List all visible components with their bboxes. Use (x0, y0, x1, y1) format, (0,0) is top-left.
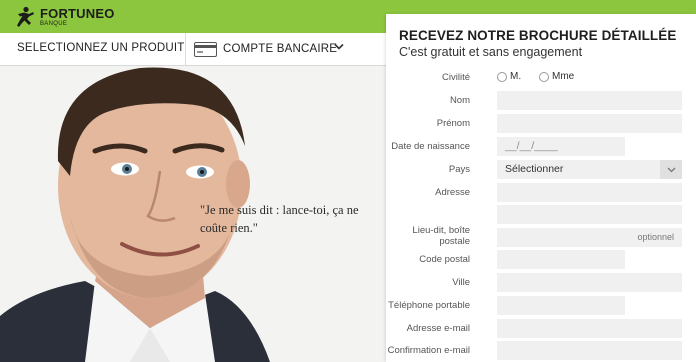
telephone-label: Téléphone portable (388, 300, 470, 311)
telephone-input[interactable] (497, 296, 625, 315)
product-dropdown[interactable]: COMPTE BANCAIRE (186, 33, 356, 65)
radio-madame[interactable] (539, 72, 549, 82)
hero-section: "Je me suis dit : lance-toi, ça ne coûte… (0, 66, 390, 362)
email-input[interactable] (497, 319, 682, 338)
ville-input[interactable] (497, 273, 682, 292)
birthdate-input[interactable]: __/__/____ (497, 137, 625, 156)
pays-select-value: Sélectionner (505, 163, 564, 175)
nom-input[interactable] (497, 91, 682, 110)
brochure-form: RECEVEZ NOTRE BROCHURE DÉTAILLÉE C'est g… (386, 14, 696, 362)
nom-label: Nom (449, 95, 470, 106)
email-confirm-label: Confirmation e-mail (387, 345, 470, 356)
lieudit-placeholder: optionnel (637, 232, 674, 242)
brand-name: FORTUNEO (40, 6, 115, 21)
lieudit-label: Lieu-dit, boîte postale (412, 225, 470, 247)
radio-monsieur[interactable] (497, 72, 507, 82)
radio-madame-label: Mme (552, 71, 575, 82)
product-dropdown-value: COMPTE BANCAIRE (223, 43, 338, 55)
birthdate-label: Date de naissance (391, 141, 470, 152)
pays-label: Pays (448, 164, 470, 175)
adresse-label: Adresse (435, 187, 470, 198)
birthdate-placeholder: __/__/____ (505, 140, 558, 152)
hero-quote: "Je me suis dit : lance-toi, ça ne coûte… (200, 203, 359, 235)
adresse-input-2[interactable] (497, 205, 682, 224)
codepostal-label: Code postal (419, 254, 470, 265)
adresse-input-1[interactable] (497, 183, 682, 202)
civilite-label: Civilité (442, 72, 470, 83)
pays-select[interactable]: Sélectionner (497, 160, 682, 179)
email-label: Adresse e-mail (406, 323, 470, 334)
prenom-label: Prénom (436, 118, 470, 129)
chevron-down-icon (334, 43, 344, 50)
radio-monsieur-label: M. (510, 71, 522, 82)
pays-select-button[interactable] (660, 160, 682, 179)
lieudit-input[interactable]: optionnel (497, 228, 682, 247)
chevron-down-icon (667, 167, 675, 172)
running-man-icon (17, 6, 34, 27)
ville-label: Ville (452, 277, 470, 288)
brand-tagline: BANQUE (40, 21, 68, 27)
form-title: RECEVEZ NOTRE BROCHURE DÉTAILLÉE (399, 28, 677, 43)
bank-card-icon (194, 41, 217, 57)
codepostal-input[interactable] (497, 250, 625, 269)
email-confirm-input[interactable] (497, 341, 682, 360)
fortuneo-logo[interactable]: FORTUNEO BANQUE (14, 5, 115, 29)
prenom-input[interactable] (497, 114, 682, 133)
select-product-label: SELECTIONNEZ UN PRODUIT (17, 42, 185, 54)
form-subtitle: C'est gratuit et sans engagement (399, 45, 583, 59)
